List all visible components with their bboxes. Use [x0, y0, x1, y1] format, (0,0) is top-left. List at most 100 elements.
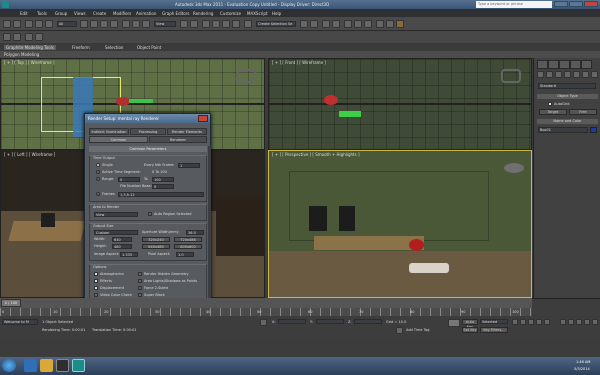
- select-by-name-icon[interactable]: [90, 20, 98, 28]
- select-icon[interactable]: [3, 33, 11, 41]
- area-to-render-dropdown[interactable]: View: [94, 212, 138, 217]
- menu-help[interactable]: Help: [272, 11, 281, 16]
- manipulate-icon[interactable]: [190, 20, 198, 28]
- aperture-field[interactable]: 36.0: [186, 230, 204, 235]
- preset-800x600-button[interactable]: 800x600: [174, 244, 202, 249]
- mirror-icon[interactable]: [300, 20, 308, 28]
- set-key-icon[interactable]: [448, 319, 460, 327]
- menu-maxscript[interactable]: MAXScript: [247, 11, 268, 16]
- preset-320x240-button[interactable]: 320x240: [142, 237, 170, 242]
- scale-icon[interactable]: [142, 20, 150, 28]
- percent-snap-icon[interactable]: [222, 20, 230, 28]
- schematic-view-icon[interactable]: [354, 20, 362, 28]
- redo-icon[interactable]: [13, 20, 21, 28]
- viewport-label[interactable]: [ + ] [ Left ] [ Wireframe ]: [4, 152, 55, 157]
- dialog-title[interactable]: Render Setup: mental ray Renderer: [85, 114, 210, 123]
- lights-icon[interactable]: [555, 71, 562, 78]
- viewcube-icon[interactable]: [504, 163, 524, 173]
- height-field[interactable]: 480: [112, 244, 132, 249]
- name-color-rollout[interactable]: Name and Color: [537, 119, 598, 124]
- reference-coordinate-dropdown[interactable]: View: [154, 21, 176, 27]
- play-icon[interactable]: [528, 319, 534, 325]
- search-input[interactable]: Type a keyword or phrase: [476, 1, 552, 8]
- menu-graph-editors[interactable]: Graph Editors: [162, 11, 189, 16]
- viewport-label[interactable]: [ + ] [ Top ] [ Wireframe ]: [4, 60, 55, 65]
- viewport-perspective[interactable]: [ + ] [ Perspective ] [ Smooth + Highlig…: [268, 150, 532, 298]
- media-player-icon[interactable]: [56, 359, 69, 372]
- select-object-icon[interactable]: [80, 20, 88, 28]
- range-to-field[interactable]: 100: [152, 177, 174, 182]
- menu-create[interactable]: Create: [93, 11, 106, 16]
- material-editor-icon[interactable]: [364, 20, 372, 28]
- paint-select-icon[interactable]: [13, 33, 21, 41]
- frames-radio[interactable]: [96, 192, 100, 196]
- object-name-field[interactable]: Box01: [538, 127, 588, 133]
- time-slider-thumb[interactable]: 0 / 100: [1, 299, 21, 307]
- selection-filter-dropdown[interactable]: All: [57, 21, 77, 27]
- hierarchy-tab-icon[interactable]: [559, 60, 570, 69]
- rotate-icon[interactable]: [132, 20, 140, 28]
- video-color-check-checkbox[interactable]: [94, 293, 98, 297]
- viewcube-icon[interactable]: [234, 69, 258, 83]
- force-2-sided-checkbox[interactable]: [138, 286, 142, 290]
- render-production-icon[interactable]: [396, 20, 404, 28]
- snaps-toggle-icon[interactable]: [202, 20, 210, 28]
- zoom-extents-icon[interactable]: [576, 319, 582, 325]
- menu-tools[interactable]: Tools: [37, 11, 47, 16]
- menu-group[interactable]: Group: [55, 11, 67, 16]
- viewcube-icon[interactable]: [501, 69, 521, 83]
- set-key-button[interactable]: Set Key: [462, 327, 478, 333]
- tab-object-paint[interactable]: Object Paint: [137, 45, 161, 50]
- tab-freeform[interactable]: Freeform: [72, 45, 90, 50]
- unlink-icon[interactable]: [35, 20, 43, 28]
- range-from-field[interactable]: 0: [118, 177, 140, 182]
- app-logo-icon[interactable]: [2, 1, 9, 8]
- ie-icon[interactable]: [24, 359, 37, 372]
- effects-checkbox[interactable]: [94, 279, 98, 283]
- zoom-icon[interactable]: [560, 319, 566, 325]
- range-radio[interactable]: [96, 177, 100, 181]
- z-coordinate-field[interactable]: [354, 319, 382, 324]
- area-lights-checkbox[interactable]: [138, 279, 142, 283]
- spinner-snap-icon[interactable]: [232, 20, 240, 28]
- atmospherics-checkbox[interactable]: [94, 272, 98, 276]
- preset-640x480-button[interactable]: 640x480: [142, 244, 170, 249]
- viewport-label[interactable]: [ + ] [ Front ] [ Wireframe ]: [272, 60, 326, 65]
- tab-processing[interactable]: Processing: [130, 128, 166, 135]
- key-mode-dropdown[interactable]: Selected: [480, 319, 508, 324]
- autogrid-checkbox[interactable]: [548, 102, 552, 106]
- add-time-tag-icon[interactable]: [396, 327, 403, 334]
- pan-icon[interactable]: [584, 319, 590, 325]
- fence-icon[interactable]: [35, 33, 43, 41]
- dialog-scrollbar[interactable]: [208, 146, 211, 310]
- go-to-end-icon[interactable]: [544, 319, 550, 325]
- free-button[interactable]: Free: [569, 109, 597, 115]
- align-icon[interactable]: [310, 20, 318, 28]
- auto-region-checkbox[interactable]: [148, 212, 152, 216]
- menu-views[interactable]: Views: [74, 11, 86, 16]
- helpers-icon[interactable]: [573, 71, 580, 78]
- preset-720x486-button[interactable]: 720x486: [174, 237, 202, 242]
- orbit-icon[interactable]: [592, 319, 598, 325]
- named-selection-dropdown[interactable]: Create Selection Se: [256, 21, 296, 27]
- frames-field[interactable]: 1,3,5-12: [118, 192, 204, 197]
- layer-manager-icon[interactable]: [322, 20, 330, 28]
- graphite-toggle-icon[interactable]: [332, 20, 340, 28]
- angle-snap-icon[interactable]: [212, 20, 220, 28]
- output-size-dropdown[interactable]: Custom: [94, 230, 138, 235]
- y-coordinate-field[interactable]: [316, 319, 344, 324]
- pixel-aspect-field[interactable]: 1.0: [176, 252, 194, 257]
- render-hidden-checkbox[interactable]: [138, 272, 142, 276]
- every-nth-field[interactable]: 1: [178, 163, 200, 168]
- space-warps-icon[interactable]: [582, 71, 589, 78]
- maxscript-listener[interactable]: Welcome to M: [2, 319, 38, 325]
- cameras-icon[interactable]: [564, 71, 571, 78]
- single-radio[interactable]: [96, 163, 100, 167]
- zoom-all-icon[interactable]: [568, 319, 574, 325]
- tab-selection[interactable]: Selection: [105, 45, 123, 50]
- x-coordinate-field[interactable]: [278, 319, 306, 324]
- render-setup-icon[interactable]: [376, 20, 384, 28]
- previous-frame-icon[interactable]: [520, 319, 526, 325]
- lock-selection-icon[interactable]: [260, 319, 267, 326]
- tab-graphite-modeling[interactable]: Graphite Modeling Tools: [4, 44, 57, 50]
